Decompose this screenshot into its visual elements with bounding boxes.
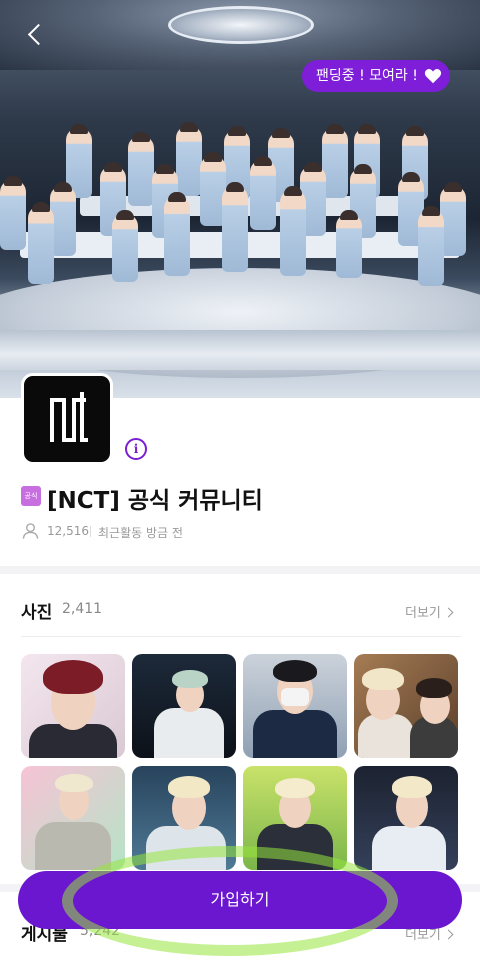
divider xyxy=(90,526,91,537)
photos-section-title: 사진 xyxy=(21,603,53,623)
photos-count: 2,411 xyxy=(62,601,103,617)
divider xyxy=(21,636,461,637)
official-badge: 공식 xyxy=(21,486,41,506)
chevron-right-icon xyxy=(443,929,454,940)
group-member xyxy=(176,122,202,196)
photo-thumbnail[interactable] xyxy=(354,654,458,758)
photos-more-link[interactable]: 더보기 xyxy=(405,602,454,621)
photo-thumbnail[interactable] xyxy=(21,766,125,870)
group-member xyxy=(28,202,54,284)
photo-thumbnail[interactable] xyxy=(243,654,347,758)
posts-more-label: 더보기 xyxy=(405,928,441,943)
community-title: [NCT] 공식 커뮤니티 xyxy=(47,488,263,514)
funding-badge-label: 팬딩중 ! 모여라 ! xyxy=(316,68,418,84)
heart-icon xyxy=(424,69,441,84)
nct-logo-icon xyxy=(50,392,88,442)
section-separator xyxy=(0,566,480,574)
group-member xyxy=(222,182,248,272)
member-icon xyxy=(22,523,39,539)
info-icon[interactable]: i xyxy=(125,438,147,460)
stage-ring xyxy=(0,330,480,370)
group-member xyxy=(128,132,154,206)
click-highlight-ring xyxy=(62,846,398,956)
photo-thumbnail[interactable] xyxy=(21,654,125,758)
chevron-right-icon xyxy=(443,607,454,618)
back-button[interactable] xyxy=(22,20,52,50)
group-member xyxy=(164,192,190,276)
group-member xyxy=(280,186,306,276)
group-member xyxy=(336,210,362,278)
group-member xyxy=(0,176,26,250)
photo-thumbnail[interactable] xyxy=(132,654,236,758)
community-logo xyxy=(21,373,113,465)
group-member xyxy=(250,156,276,230)
group-member xyxy=(112,210,138,282)
member-count: 12,516 xyxy=(47,524,89,538)
photo-thumbnail[interactable] xyxy=(354,766,458,870)
photos-more-label: 더보기 xyxy=(405,606,441,621)
group-member xyxy=(418,206,444,286)
ceiling-light xyxy=(168,6,314,44)
last-activity: 최근활동 방금 전 xyxy=(98,526,183,540)
funding-badge[interactable]: 팬딩중 ! 모여라 ! xyxy=(302,60,450,92)
